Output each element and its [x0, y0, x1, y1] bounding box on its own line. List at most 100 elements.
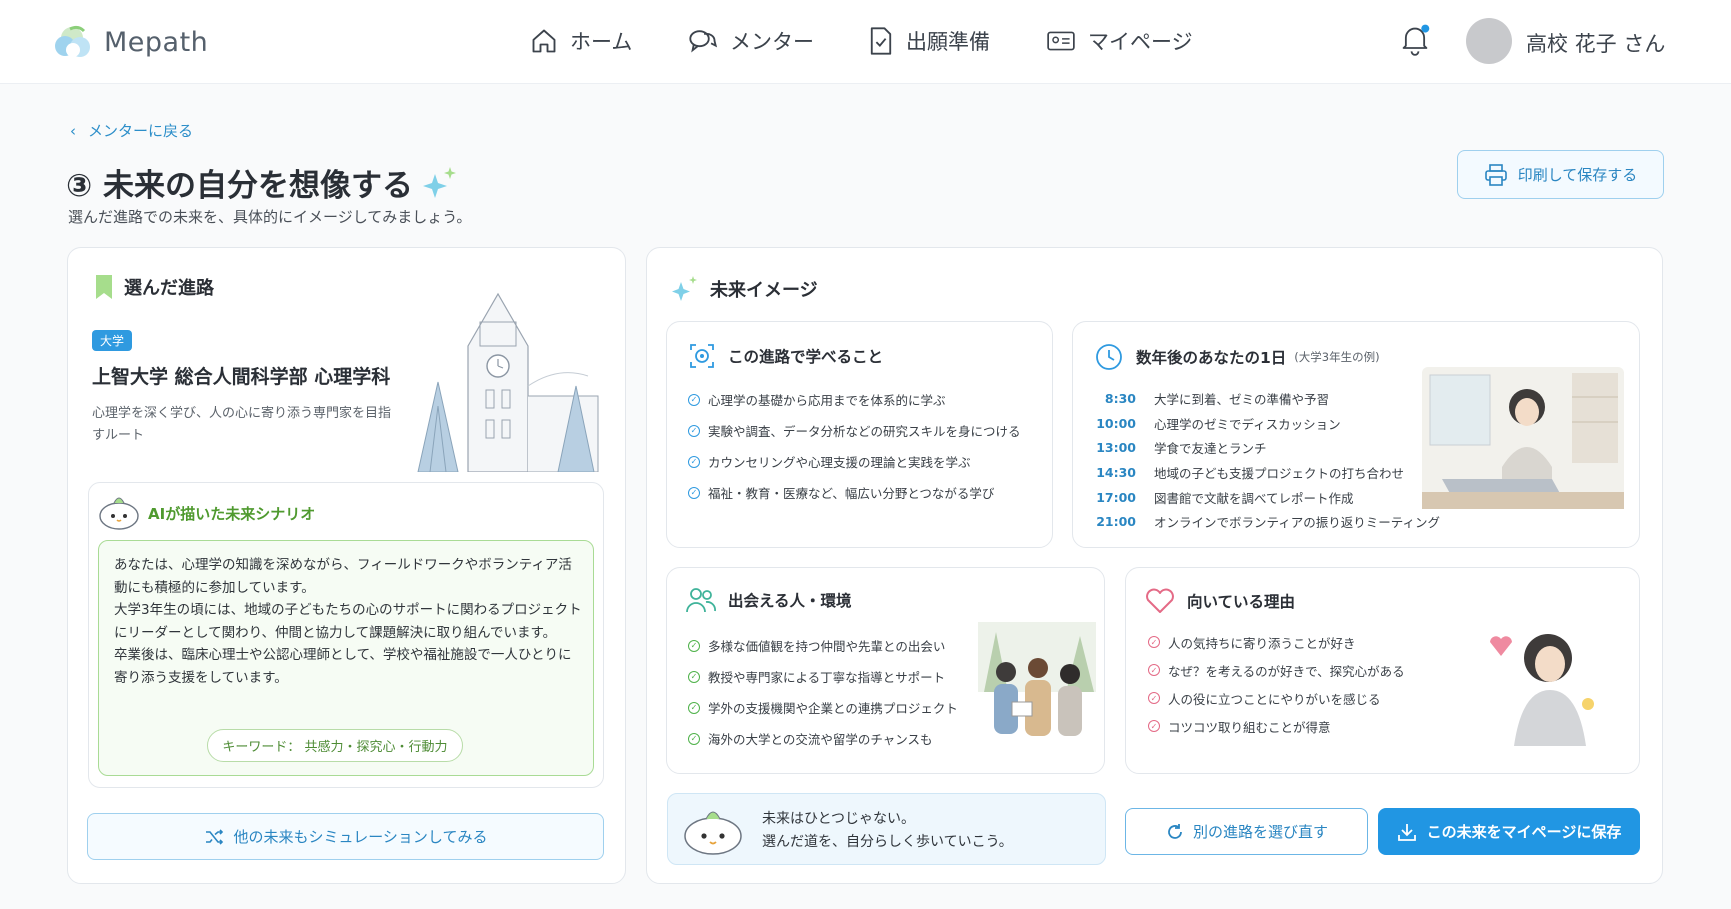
scenario-paragraph: あなたは、心理学の知識を深めながら、フィールドワークやボランティア活動にも積極的… [114, 557, 572, 596]
campus-clock-tower-illustration [417, 292, 599, 472]
clock-icon [1096, 344, 1122, 370]
list-item-text: なぜ？を考えるのが好きで、探究心がある [1168, 663, 1405, 679]
list-item: ✓ 多様な価値観を持つ仲間や先輩との出会い [688, 630, 958, 661]
schedule-row: 13:00 学食で友達とランチ [1092, 435, 1440, 460]
back-link-label: メンターに戻る [88, 122, 194, 140]
user-name[interactable]: 高校 花子 さん [1526, 28, 1665, 58]
schedule-row: 17:00 図書館で文献を調べてレポート作成 [1092, 485, 1440, 510]
nav-mypage-label: マイページ [1088, 30, 1193, 54]
page-title-text: ③ 未来の自分を想像する [66, 168, 414, 204]
thinking-student-illustration [1490, 634, 1594, 746]
reasons-title: 向いている理由 [1187, 593, 1296, 611]
printer-icon [1484, 163, 1507, 186]
choose-another-path-label: 別の進路を選び直す [1192, 823, 1328, 841]
choose-another-path-button[interactable]: 別の進路を選び直す [1125, 808, 1368, 855]
schedule-list: 8:30 大学に到着、ゼミの準備や予習 10:00 心理学のゼミでディスカッション … [1092, 386, 1440, 534]
shuffle-icon [205, 828, 223, 845]
list-item-text: 福祉・教育・医療など、幅広い分野とつながる学び [708, 486, 995, 501]
page-subtitle: 選んだ進路での未来を、具体的にイメージしてみましょう。 [68, 208, 472, 226]
list-item-text: 心理学の基礎から応用までを体系的に学ぶ [708, 393, 946, 408]
print-save-button[interactable]: 印刷して保存する [1457, 150, 1664, 199]
list-item: ✓ 実験や調査、データ分析などの研究スキルを身につける [688, 415, 1021, 446]
check-circle-icon: ✓ [1148, 664, 1160, 676]
reasons-heading: 向いている理由 [1145, 588, 1295, 614]
simulate-label: 他の未来もシミュレーションしてみる [233, 828, 488, 846]
selected-path-heading: 選んだ進路 [94, 274, 214, 300]
mepath-logo-icon [55, 25, 90, 57]
list-item: ✓ 学外の支援機関や企業との連携プロジェクト [688, 692, 958, 723]
list-item: ✓ なぜ？を考えるのが好きで、探究心がある [1148, 656, 1405, 684]
list-item-text: 多様な価値観を持つ仲間や先輩との出会い [708, 639, 946, 654]
user-avatar[interactable] [1466, 18, 1512, 64]
list-item-text: 教授や専門家による丁寧な指導とサポート [708, 670, 946, 685]
schedule-row: 10:00 心理学のゼミでディスカッション [1092, 411, 1440, 436]
day-note: (大学3年生の例) [1294, 350, 1380, 364]
list-item-text: 実験や調査、データ分析などの研究スキルを身につける [708, 424, 1021, 439]
schedule-time: 8:30 [1104, 390, 1136, 406]
list-item: ✓ 教授や専門家による丁寧な指導とサポート [688, 661, 958, 692]
encouragement-text: 未来はひとつじゃない。 選んだ道を、自分らしく歩いていこう。 [762, 808, 1013, 854]
list-item-text: カウンセリングや心理支援の理論と実践を学ぶ [708, 455, 971, 470]
list-item-text: 人の気持ちに寄り添うことが好き [1168, 635, 1356, 651]
nav-home[interactable]: ホーム [530, 26, 632, 56]
check-circle-icon: ✓ [688, 424, 700, 437]
check-circle-icon: ✓ [688, 486, 700, 499]
list-item-text: 人の役に立つことにやりがいを感じる [1168, 691, 1381, 707]
schedule-text: 大学に到着、ゼミの準備や予習 [1154, 391, 1330, 407]
schedule-row: 14:30 地域の子ども支援プロジェクトの打ち合わせ [1092, 460, 1440, 485]
home-icon [532, 29, 556, 53]
check-circle-icon: ✓ [688, 393, 700, 406]
people-icon [686, 588, 716, 613]
nav-mentor-label: メンター [730, 30, 814, 54]
save-to-mypage-button[interactable]: この未来をマイページに保存 [1378, 808, 1640, 855]
list-item: ✓ 海外の大学との交流や留学のチャンスも [688, 723, 958, 754]
learn-heading: この進路で学べること [688, 342, 883, 370]
list-item: ✓ カウンセリングや心理支援の理論と実践を学ぶ [688, 446, 1021, 477]
top-header: Mepath ホーム メンター 出願準備 マイページ 高校 花子 さん [0, 0, 1731, 84]
list-item-text: 学外の支援機関や企業との連携プロジェクト [708, 701, 958, 716]
list-item: ✓ 人の気持ちに寄り添うことが好き [1148, 628, 1405, 656]
list-item: ✓ 福祉・教育・医療など、幅広い分野とつながる学び [688, 477, 1021, 508]
mascot-icon [99, 497, 139, 530]
student-studying-illustration [1422, 367, 1624, 509]
learn-title: この進路で学べること [728, 348, 884, 366]
list-item: ✓ コツコツ取り組むことが得意 [1148, 712, 1405, 740]
schedule-time: 17:00 [1096, 489, 1136, 505]
page-title: ③ 未来の自分を想像する [66, 160, 459, 205]
check-circle-icon: ✓ [688, 701, 700, 714]
check-circle-icon: ✓ [688, 639, 700, 652]
bookmark-icon [96, 275, 112, 299]
future-image-heading: 未来イメージ [670, 274, 818, 304]
simulate-other-future-button[interactable]: 他の未来もシミュレーションしてみる [87, 813, 604, 860]
sparkle-icon [672, 276, 697, 301]
category-badge: 大学 [92, 330, 133, 351]
nav-mypage[interactable]: マイページ [1046, 26, 1193, 56]
reasons-list: ✓ 人の気持ちに寄り添うことが好き ✓ なぜ？を考えるのが好きで、探究心がある ✓ 人… [1148, 628, 1405, 740]
schedule-time: 13:00 [1096, 440, 1136, 456]
scenario-text: あなたは、心理学の知識を深めながら、フィールドワークやボランティア活動にも積極的… [114, 554, 584, 690]
people-title: 出会える人・環境 [728, 592, 852, 610]
schedule-text: 地域の子ども支援プロジェクトの打ち合わせ [1154, 465, 1405, 481]
university-description: 心理学を深く学び、人の心に寄り添う専門家を目指すルート [92, 406, 392, 443]
sparkle-icon [423, 166, 457, 198]
download-icon [1397, 823, 1416, 841]
encouragement-line-1: 未来はひとつじゃない。 [762, 811, 916, 827]
notification-button[interactable] [1400, 24, 1430, 60]
refresh-icon [1168, 823, 1182, 839]
nav-mentor[interactable]: メンター [688, 26, 814, 56]
day-heading: 数年後のあなたの1日 (大学3年生の例) [1094, 342, 1380, 372]
schedule-time: 14:30 [1096, 464, 1136, 480]
back-link[interactable]: ‹ メンターに戻る [70, 120, 193, 141]
nav-application[interactable]: 出願準備 [868, 26, 990, 56]
schedule-row: 21:00 オンラインでボランティアの振り返りミーティング [1092, 509, 1440, 534]
selected-path-title: 選んだ進路 [124, 278, 214, 299]
save-to-mypage-label: この未来をマイページに保存 [1426, 823, 1622, 841]
day-title: 数年後のあなたの1日 [1136, 349, 1287, 367]
nav-application-label: 出願準備 [906, 30, 990, 54]
check-circle-icon: ✓ [688, 732, 700, 745]
students-group-illustration [978, 622, 1096, 736]
logo[interactable]: Mepath [52, 24, 208, 60]
future-image-title: 未来イメージ [710, 280, 818, 301]
mascot-icon [684, 811, 742, 855]
list-item-text: 海外の大学との交流や留学のチャンスも [708, 732, 933, 747]
